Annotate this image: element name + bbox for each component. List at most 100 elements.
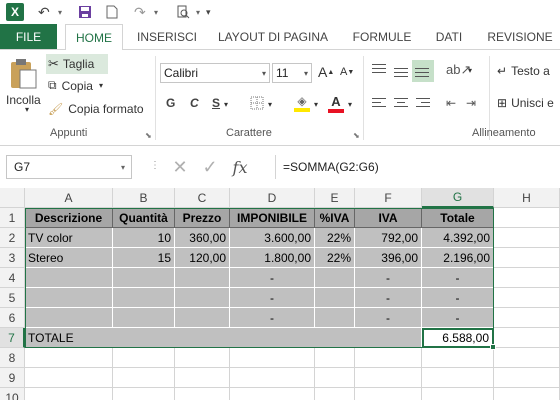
table-cell[interactable]: 22% xyxy=(315,248,355,268)
empty-cell[interactable] xyxy=(494,208,560,228)
table-cell[interactable] xyxy=(175,288,230,308)
tab-file[interactable]: FILE xyxy=(0,24,57,50)
table-cell[interactable]: - xyxy=(230,288,315,308)
middle-align-icon[interactable] xyxy=(394,68,410,82)
table-cell[interactable]: 10 xyxy=(113,228,175,248)
insert-function-icon[interactable]: fx xyxy=(225,158,255,177)
table-cell[interactable]: 360,00 xyxy=(175,228,230,248)
font-name-combo[interactable]: Calibri ▾ xyxy=(160,63,270,83)
row-header-9[interactable]: 9 xyxy=(0,368,25,388)
table-cell[interactable]: 2.196,00 xyxy=(422,248,494,268)
tab-inserisci[interactable]: INSERISCI xyxy=(130,24,204,50)
empty-cell[interactable] xyxy=(230,368,315,388)
table-cell[interactable] xyxy=(175,268,230,288)
shrink-font-button[interactable]: A ▼ xyxy=(340,66,354,78)
row-header-8[interactable]: 8 xyxy=(0,348,25,368)
empty-cell[interactable] xyxy=(355,348,422,368)
underline-button[interactable]: S xyxy=(212,96,220,110)
header-cell-e[interactable]: %IVA xyxy=(315,208,355,228)
row-header-2[interactable]: 2 xyxy=(0,228,25,248)
column-header-f[interactable]: F xyxy=(355,188,422,208)
column-header-a[interactable]: A xyxy=(25,188,113,208)
bold-button[interactable]: G xyxy=(166,96,175,110)
empty-cell[interactable] xyxy=(315,368,355,388)
empty-cell[interactable] xyxy=(494,268,560,288)
table-cell[interactable]: - xyxy=(355,268,422,288)
tab-home[interactable]: HOME xyxy=(65,24,123,50)
total-label-cell[interactable]: TOTALE xyxy=(25,328,422,348)
worksheet-grid[interactable]: A B C D E F G H 1 2 3 4 5 6 7 8 9 10 Descrizione Quantità Pr… xyxy=(0,188,560,400)
column-header-c[interactable]: C xyxy=(175,188,230,208)
align-right-icon[interactable] xyxy=(416,98,432,112)
table-cell[interactable] xyxy=(25,268,113,288)
row-header-1[interactable]: 1 xyxy=(0,208,25,228)
table-cell[interactable]: - xyxy=(230,308,315,328)
empty-cell[interactable] xyxy=(494,368,560,388)
table-cell[interactable] xyxy=(113,288,175,308)
paste-button[interactable]: Incolla xyxy=(6,93,41,107)
empty-cell[interactable] xyxy=(175,388,230,400)
top-align-icon[interactable] xyxy=(372,64,388,78)
enter-icon[interactable]: ✓ xyxy=(195,157,225,178)
align-left-icon[interactable] xyxy=(372,98,388,112)
undo-icon[interactable]: ↶ xyxy=(38,3,50,21)
empty-cell[interactable] xyxy=(494,248,560,268)
empty-cell[interactable] xyxy=(113,348,175,368)
select-all-corner[interactable] xyxy=(0,188,25,208)
table-cell[interactable]: 4.392,00 xyxy=(422,228,494,248)
tab-formule[interactable]: FORMULE xyxy=(344,24,420,50)
table-cell[interactable]: - xyxy=(355,308,422,328)
column-header-g[interactable]: G xyxy=(422,188,494,208)
copy-button[interactable]: ⧉ Copia ▾ xyxy=(48,78,103,93)
empty-cell[interactable] xyxy=(113,368,175,388)
increase-indent-icon[interactable]: ⇥ xyxy=(466,96,476,110)
clipboard-launcher-icon[interactable]: ⬊ xyxy=(145,131,152,140)
print-preview-icon[interactable] xyxy=(176,3,190,21)
header-cell-g[interactable]: Totale xyxy=(422,208,494,228)
column-header-b[interactable]: B xyxy=(113,188,175,208)
empty-cell[interactable] xyxy=(494,228,560,248)
underline-dropdown-icon[interactable]: ▾ xyxy=(224,100,228,109)
empty-cell[interactable] xyxy=(230,388,315,400)
paste-dropdown-icon[interactable]: ▾ xyxy=(25,105,29,114)
table-cell[interactable]: - xyxy=(355,288,422,308)
empty-cell[interactable] xyxy=(422,348,494,368)
cancel-icon[interactable]: ✕ xyxy=(165,157,195,178)
merge-center-button[interactable]: ⊞ Unisci e xyxy=(497,96,554,110)
column-header-h[interactable]: H xyxy=(494,188,560,208)
header-cell-d[interactable]: IMPONIBILE xyxy=(230,208,315,228)
row-header-7[interactable]: 7 xyxy=(0,328,25,348)
empty-cell[interactable] xyxy=(315,388,355,400)
save-icon[interactable] xyxy=(78,3,92,21)
row-header-4[interactable]: 4 xyxy=(0,268,25,288)
empty-cell[interactable] xyxy=(494,388,560,400)
table-cell[interactable] xyxy=(25,308,113,328)
table-cell[interactable] xyxy=(113,308,175,328)
empty-cell[interactable] xyxy=(25,388,113,400)
table-cell[interactable]: 1.800,00 xyxy=(230,248,315,268)
paste-icon[interactable] xyxy=(8,58,40,90)
empty-cell[interactable] xyxy=(494,348,560,368)
font-color-dropdown-icon[interactable]: ▾ xyxy=(348,100,352,109)
new-document-icon[interactable] xyxy=(106,3,118,21)
row-header-6[interactable]: 6 xyxy=(0,308,25,328)
tab-revisione[interactable]: REVISIONE xyxy=(480,24,560,50)
row-header-5[interactable]: 5 xyxy=(0,288,25,308)
table-cell[interactable] xyxy=(113,268,175,288)
name-box[interactable]: G7 ▾ xyxy=(6,155,132,179)
redo-dropdown-icon[interactable]: ▾ xyxy=(154,3,158,21)
orientation-dropdown-icon[interactable]: ▾ xyxy=(468,66,472,75)
formula-bar-grip-icon[interactable]: ⋮ xyxy=(150,160,160,171)
customize-qat-icon[interactable]: ▾ xyxy=(206,3,211,21)
empty-cell[interactable] xyxy=(355,388,422,400)
redo-icon[interactable]: ↷ xyxy=(134,3,146,21)
empty-cell[interactable] xyxy=(175,368,230,388)
empty-cell[interactable] xyxy=(494,308,560,328)
empty-cell[interactable] xyxy=(422,368,494,388)
table-cell[interactable]: 396,00 xyxy=(355,248,422,268)
grow-font-button[interactable]: A ▲ xyxy=(318,64,334,80)
empty-cell[interactable] xyxy=(494,288,560,308)
row-header-10[interactable]: 10 xyxy=(0,388,25,400)
table-cell[interactable]: 120,00 xyxy=(175,248,230,268)
header-cell-b[interactable]: Quantità xyxy=(113,208,175,228)
